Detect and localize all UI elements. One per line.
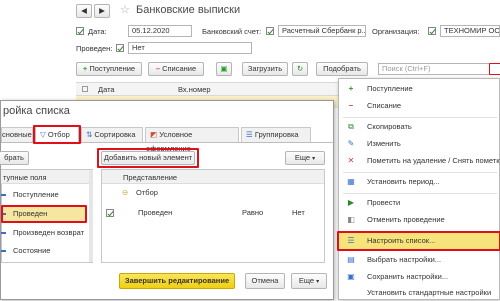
menu-item-copy[interactable]: ⧉ Скопировать xyxy=(339,119,500,135)
column-number[interactable]: Вх.номер xyxy=(178,85,211,94)
presentation-header: Представление xyxy=(123,173,178,182)
pick-button[interactable]: брать xyxy=(0,151,29,165)
plus-icon: + xyxy=(348,84,354,93)
tab-conditional-format[interactable]: ◩ Условное оформление xyxy=(145,127,239,153)
menu-item-edit[interactable]: ✎ Изменить xyxy=(339,136,500,152)
sort-icon: ⇅ xyxy=(86,130,93,139)
cancel-button[interactable]: Отмена xyxy=(245,273,285,289)
search-input[interactable]: Поиск (Ctrl+F) xyxy=(378,63,490,75)
date-label: Дата: xyxy=(88,27,107,36)
menu-item-expense[interactable]: – Списание xyxy=(339,98,500,114)
page-title: Банковские выписки xyxy=(136,4,241,16)
column-date[interactable]: Дата xyxy=(98,85,115,94)
org-label: Организация: xyxy=(372,27,420,36)
load-button[interactable]: Загрузить xyxy=(242,62,288,76)
menu-separator xyxy=(343,193,497,194)
org-field[interactable]: ТЕХНОМИР ООО xyxy=(440,25,500,37)
forward-button[interactable]: ▶ xyxy=(94,4,110,18)
tab-main[interactable]: сновные xyxy=(1,127,33,142)
menu-item-save-settings[interactable]: ▣ Сохранить настройки... xyxy=(339,269,500,285)
date-field[interactable]: 05.12.2020 xyxy=(128,25,192,37)
add-element-highlight xyxy=(97,148,199,168)
tab-sort[interactable]: ⇅ Сортировка xyxy=(81,127,143,142)
posted-label: Проведен: xyxy=(76,44,113,53)
grouping-icon: ☰ xyxy=(246,130,253,139)
star-icon[interactable]: ☆ xyxy=(120,3,130,16)
list-item[interactable]: Произведен возврат xyxy=(1,225,89,241)
list-settings-dialog: ройка списка сновные ▽ Отбор ⇅ Сортировк… xyxy=(0,100,335,300)
tab-grouping[interactable]: ☰ Группировка xyxy=(241,127,311,142)
menu-item-unpost[interactable]: ◧ Отменить проведение xyxy=(339,212,500,228)
pencil-icon: ✎ xyxy=(347,139,355,148)
date-checkbox[interactable] xyxy=(76,27,84,35)
scrollbar[interactable] xyxy=(89,170,93,262)
more-button-footer[interactable]: Еще ▾ xyxy=(291,273,327,289)
collapse-icon: ⊖ xyxy=(122,188,129,197)
selected-field-highlight xyxy=(1,205,87,223)
post-icon: ▶ xyxy=(347,198,355,207)
menu-item-set-period[interactable]: ▦ Установить период... xyxy=(339,174,500,190)
tab-filter-highlight xyxy=(33,125,81,144)
save-settings-icon: ▣ xyxy=(347,272,355,281)
calendar-icon: ▦ xyxy=(347,177,355,186)
field-icon xyxy=(1,250,6,252)
menu-item-post[interactable]: ▶ Провести xyxy=(339,195,500,211)
list-item[interactable]: Состояние xyxy=(1,243,89,259)
org-checkbox[interactable] xyxy=(428,27,436,35)
menu-separator xyxy=(343,117,497,118)
field-icon xyxy=(1,232,6,234)
copy-icon: ⧉ xyxy=(348,122,354,131)
income-button[interactable]: + Поступление xyxy=(76,62,142,76)
posted-field[interactable]: Нет xyxy=(128,42,252,54)
posted-checkbox[interactable] xyxy=(116,44,124,52)
menu-item-mark-delete[interactable]: ✕ Пометить на удаление / Снять пометку xyxy=(339,153,500,169)
more-button[interactable]: Еще ▾ xyxy=(285,151,325,165)
unpost-icon: ◧ xyxy=(347,215,355,224)
choose-settings-icon: ▤ xyxy=(347,255,355,264)
configure-list-highlight xyxy=(337,231,500,251)
refresh-button[interactable]: ↻ xyxy=(292,62,308,76)
menu-item-choose-settings[interactable]: ▤ Выбрать настройки... xyxy=(339,252,500,268)
account-label: Банковский счет: xyxy=(202,27,262,36)
context-menu: + Поступление – Списание ⧉ Скопировать ✎… xyxy=(337,63,500,301)
format-icon: ◩ xyxy=(150,130,158,139)
account-field[interactable]: Расчетный Сбербанк р... xyxy=(278,25,366,37)
account-checkbox[interactable] xyxy=(266,27,274,35)
chevron-down-icon: ▾ xyxy=(316,279,320,285)
menu-separator xyxy=(343,172,497,173)
list-header-checkbox[interactable] xyxy=(82,86,88,92)
arrow-right-icon: ▶ xyxy=(99,6,105,15)
menu-item-standard-settings[interactable]: Установить стандартные настройки xyxy=(339,285,500,301)
select-button[interactable]: Подобрать xyxy=(316,62,368,76)
back-button[interactable]: ◀ xyxy=(76,4,92,18)
menu-arrow-highlight xyxy=(489,63,500,75)
list-item[interactable]: Поступление xyxy=(1,187,89,203)
delete-mark-icon: ✕ xyxy=(347,156,355,165)
print-button[interactable]: ▣ xyxy=(216,62,232,76)
minus-icon: – xyxy=(348,101,354,110)
menu-item-income[interactable]: + Поступление xyxy=(339,81,500,97)
expense-button[interactable]: – Списание xyxy=(148,62,204,76)
filter-enabled-checkbox[interactable] xyxy=(106,209,114,217)
arrow-left-icon: ◀ xyxy=(81,6,87,15)
print-icon: ▣ xyxy=(220,64,228,73)
finish-editing-button[interactable]: Завершить редактирование xyxy=(119,273,235,289)
refresh-icon: ↻ xyxy=(296,64,304,73)
filter-condition-row[interactable]: Проведен Равно Нет xyxy=(102,205,324,221)
dialog-title: ройка списка xyxy=(3,105,70,117)
chevron-down-icon: ▾ xyxy=(312,156,316,162)
filter-group-row[interactable]: ⊖ Отбор xyxy=(102,185,324,201)
available-fields-title: тупные поля xyxy=(3,173,47,182)
field-icon xyxy=(1,194,6,196)
